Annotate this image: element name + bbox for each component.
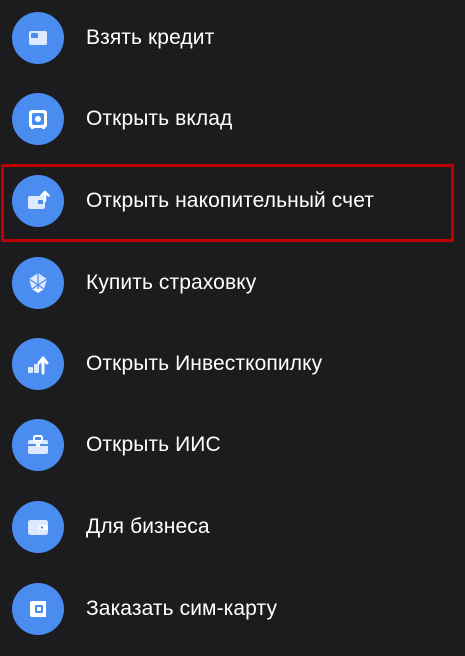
menu-item-label: Открыть ИИС [86, 433, 221, 456]
briefcase-icon [12, 419, 64, 471]
safe-icon [12, 93, 64, 145]
menu-item-open-investkopilka[interactable]: Открыть Инвесткопилку [0, 323, 465, 405]
menu-item-open-savings-account[interactable]: Открыть накопительный счет [0, 160, 465, 242]
menu-item-label: Купить страховку [86, 271, 257, 294]
menu-item-take-credit[interactable]: Взять кредит [0, 0, 465, 79]
investment-growth-icon [12, 338, 64, 390]
menu-item-label: Открыть вклад [86, 107, 233, 130]
menu-item-open-iis[interactable]: Открыть ИИС [0, 404, 465, 486]
menu-item-open-deposit[interactable]: Открыть вклад [0, 78, 465, 160]
savings-wallet-icon [12, 175, 64, 227]
menu-item-label: Открыть накопительный счет [86, 189, 375, 212]
menu-item-label: Открыть Инвесткопилку [86, 352, 323, 375]
menu-item-label: Заказать сим-карту [86, 597, 278, 620]
umbrella-icon [12, 257, 64, 309]
menu-item-for-business[interactable]: Для бизнеса [0, 486, 465, 568]
product-menu: Взять кредит Открыть вклад Открыть накоп… [0, 0, 465, 656]
menu-item-buy-insurance[interactable]: Купить страховку [0, 242, 465, 324]
wallet-icon [12, 501, 64, 553]
menu-item-label: Взять кредит [86, 26, 215, 49]
menu-item-order-sim-card[interactable]: Заказать сим-карту [0, 568, 465, 650]
sim-card-icon [12, 583, 64, 635]
menu-item-label: Для бизнеса [86, 515, 210, 538]
credit-card-icon [12, 12, 64, 64]
